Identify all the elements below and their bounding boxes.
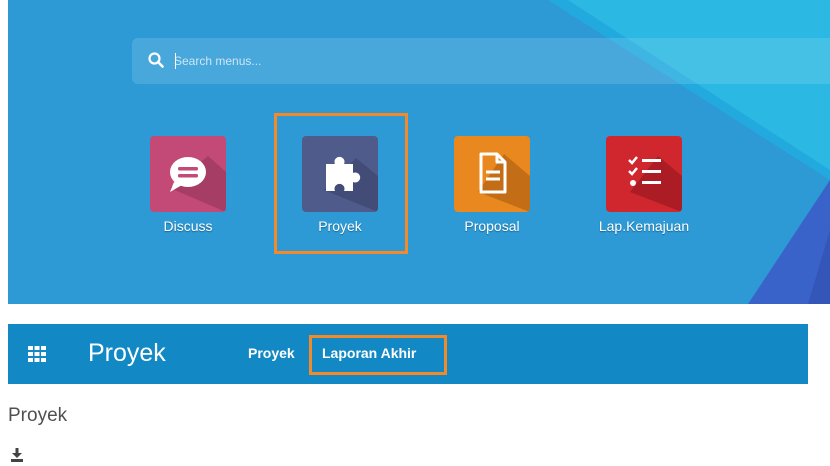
menu-item-laporan-akhir[interactable]: Laporan Akhir (322, 345, 416, 361)
app-label-lap-kemajuan: Lap.Kemajuan (598, 218, 690, 234)
app-tile-discuss (150, 136, 226, 212)
page-title: Proyek (8, 405, 68, 426)
puzzle-icon (302, 136, 378, 212)
app-label-proposal: Proposal (464, 218, 520, 234)
app-proposal[interactable]: Proposal (432, 134, 552, 244)
top-navbar: Proyek Proyek Laporan Akhir (8, 324, 808, 384)
app-proyek[interactable]: Proyek (280, 134, 400, 244)
search-input[interactable] (174, 51, 574, 71)
app-tile-proposal (454, 136, 530, 212)
grid-icon[interactable] (28, 346, 46, 362)
app-tile-proyek (302, 136, 378, 212)
app-label-proyek: Proyek (318, 218, 362, 234)
app-title: Proyek (88, 339, 166, 367)
text-caret (175, 53, 176, 69)
checklist-icon (606, 136, 682, 212)
menu-item-proyek[interactable]: Proyek (248, 345, 295, 361)
app-tile-lap-kemajuan (606, 136, 682, 212)
home-menu: Discuss Proyek Proposal (8, 0, 830, 304)
speech-bubble-icon (150, 136, 226, 212)
app-discuss[interactable]: Discuss (128, 134, 248, 244)
app-lap-kemajuan[interactable]: Lap.Kemajuan (584, 134, 704, 244)
search-icon (148, 52, 164, 68)
search-bar[interactable] (132, 38, 830, 84)
download-icon[interactable] (10, 448, 24, 462)
app-label-discuss: Discuss (163, 218, 213, 234)
document-icon (454, 136, 530, 212)
